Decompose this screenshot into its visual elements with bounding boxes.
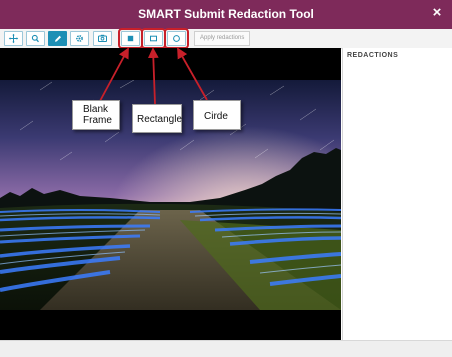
magnifier-icon	[31, 34, 39, 43]
close-icon[interactable]: ×	[430, 5, 444, 20]
rectangle-outline-icon	[150, 35, 157, 42]
pencil-icon	[55, 35, 61, 42]
circle-outline-icon	[173, 35, 180, 42]
title-bar: SMART Submit Redaction Tool ×	[0, 0, 452, 29]
circle-tool-button[interactable]	[164, 28, 189, 49]
apply-redactions-button[interactable]: Apply redactions	[194, 31, 251, 46]
blank-frame-tool-button[interactable]	[118, 28, 143, 49]
filled-square-icon	[127, 35, 134, 42]
move-tool-button[interactable]	[4, 31, 23, 46]
rectangle-tool-button[interactable]	[141, 28, 166, 49]
blank-frame-callout-label: Blank Frame	[83, 104, 112, 126]
camera-tool-button[interactable]	[93, 31, 112, 46]
rectangle-callout: Rectangle	[132, 104, 182, 133]
toolbar: Apply redactions	[0, 28, 452, 49]
zoom-tool-button[interactable]	[26, 31, 45, 46]
camera-icon	[98, 34, 107, 42]
window-title: SMART Submit Redaction Tool	[138, 7, 314, 21]
circle-callout-label: Cirde	[204, 111, 228, 122]
pen-tool-button[interactable]	[48, 31, 67, 46]
circle-callout: Cirde	[193, 100, 241, 130]
rectangle-callout-label: Rectangle	[137, 114, 183, 125]
redactions-panel: REDACTIONS	[342, 48, 452, 340]
gear-icon	[76, 35, 83, 42]
move-arrows-icon	[8, 33, 19, 44]
footer-bar	[0, 340, 452, 357]
settings-tool-button[interactable]	[70, 31, 89, 46]
redactions-header: REDACTIONS	[347, 52, 399, 59]
image-canvas[interactable]	[0, 48, 341, 340]
blank-frame-callout: Blank Frame	[72, 100, 120, 130]
